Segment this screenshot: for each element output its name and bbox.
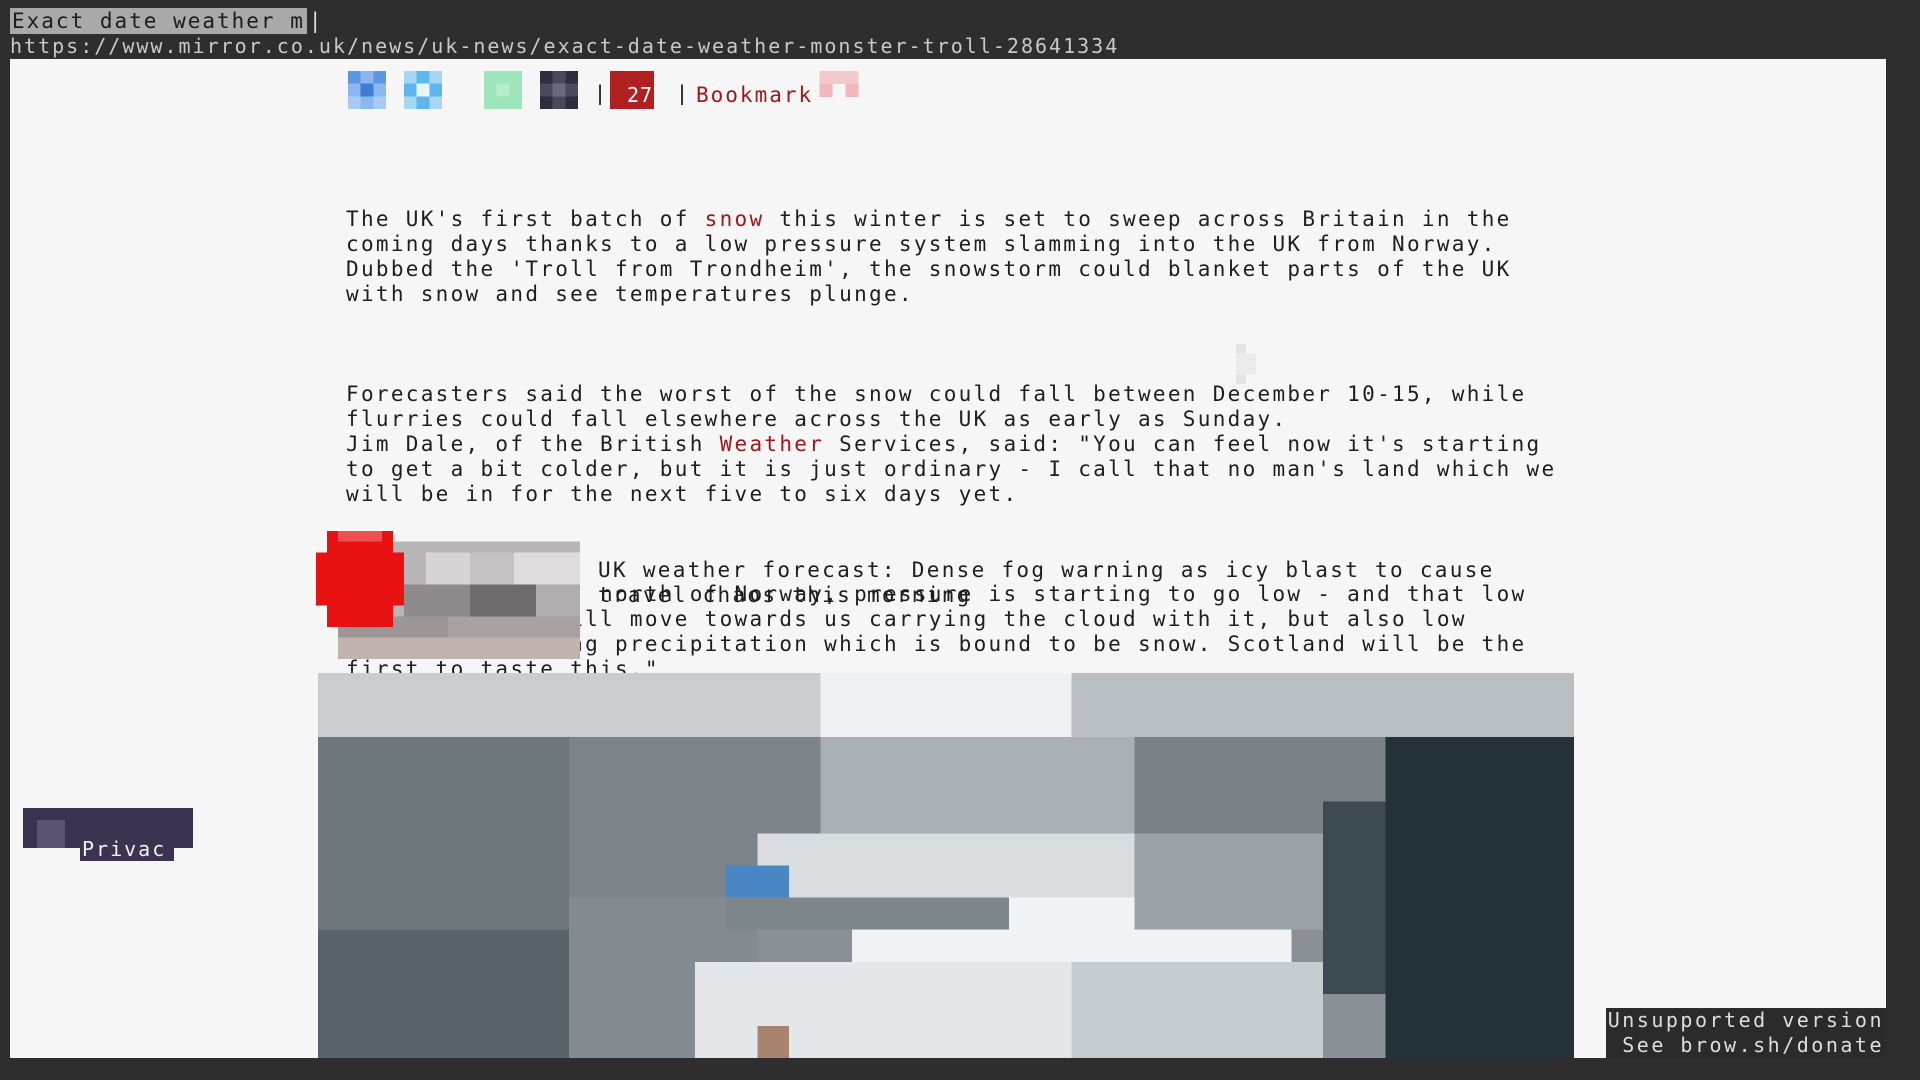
- twitter-icon[interactable]: [402, 71, 444, 109]
- comment-count[interactable]: 27: [627, 83, 653, 107]
- page-viewport: | 27 | Bookmark The UK's first batch of …: [10, 59, 1886, 1058]
- related-article-thumbnail[interactable]: [316, 531, 580, 659]
- privacy-settings-label[interactable]: Privac: [80, 837, 175, 861]
- article-body: The UK's first batch of snow this winter…: [346, 157, 1586, 757]
- related-article-link[interactable]: UK weather forecast: Dense fog warning a…: [598, 558, 1558, 608]
- article-paragraph: Forecasters said the worst of the snow c…: [346, 382, 1572, 506]
- separator: |: [676, 81, 689, 105]
- article-hero-image: [318, 673, 1574, 1058]
- snow-link[interactable]: snow: [705, 207, 765, 231]
- weather-link[interactable]: Weather: [720, 432, 825, 456]
- tab-title[interactable]: Exact date weather m: [10, 8, 307, 34]
- status-bar: [0, 1058, 1920, 1080]
- address-bar[interactable]: https://www.mirror.co.uk/news/uk-news/ex…: [10, 34, 1119, 58]
- email-icon[interactable]: [538, 71, 580, 109]
- facebook-icon[interactable]: [346, 71, 388, 109]
- bookmark-link[interactable]: Bookmark: [696, 83, 813, 107]
- bookmark-icon[interactable]: [818, 71, 860, 97]
- browser-chrome: Exact date weather m | https://www.mirro…: [0, 0, 1920, 59]
- privacy-icon: [37, 820, 65, 848]
- unsupported-version-notice: Unsupported version See brow.sh/donate: [1606, 1008, 1886, 1058]
- notice-line: Unsupported version: [1607, 1008, 1884, 1032]
- article-paragraph: The UK's first batch of snow this winter…: [346, 207, 1527, 306]
- window-right-edge: [1886, 59, 1920, 1058]
- ad-placeholder-icon: [1236, 344, 1256, 384]
- tab-cursor: |: [308, 9, 324, 33]
- separator: |: [594, 81, 607, 105]
- whatsapp-icon[interactable]: [482, 71, 524, 109]
- notice-link[interactable]: See brow.sh/donate: [1606, 1033, 1886, 1058]
- tab-bar[interactable]: Exact date weather m |: [10, 8, 324, 34]
